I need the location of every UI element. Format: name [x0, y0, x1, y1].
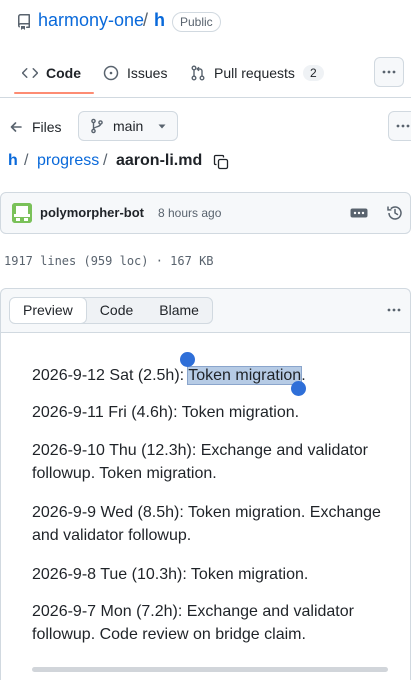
breadcrumb-folder-link[interactable]: progress [37, 152, 99, 170]
list-item: 2026-9-8 Tue (10.3h): Token migration. [32, 566, 309, 583]
repo-name-link[interactable]: h [154, 10, 165, 31]
kebab-horizontal-icon [381, 64, 397, 80]
code-icon [22, 65, 46, 81]
copy-icon[interactable] [213, 154, 229, 170]
tab-code[interactable]: Code [22, 60, 81, 86]
view-mode-blame[interactable]: Blame [146, 298, 212, 323]
pull-requests-count: 2 [302, 65, 324, 81]
tab-code-label: Code [46, 65, 81, 81]
repo-icon [16, 14, 32, 30]
file-stats: 1917 lines (959 loc) · 167 KB [4, 254, 214, 268]
nav-more-button[interactable] [374, 57, 404, 87]
commit-time: 8 hours ago [158, 206, 222, 220]
list-item: 2026-9-11 Fri (4.6h): Token migration. [32, 404, 300, 421]
triangle-down-icon [157, 121, 167, 131]
git-branch-icon [89, 118, 113, 134]
list-item: 2026-9-10 Thu (12.3h): Exchange and vali… [32, 442, 368, 482]
list-item: 2026-9-9 Wed (8.5h): Token migration. Ex… [32, 504, 381, 544]
selection-end-handle[interactable] [291, 381, 306, 396]
commit-message-expand-icon[interactable] [350, 208, 368, 218]
breadcrumb-separator: / [103, 152, 108, 169]
files-back-button[interactable]: Files [8, 114, 62, 140]
breadcrumb-file-name: aaron-li.md [116, 152, 203, 169]
commit-author-link[interactable]: polymorpher-bot [40, 205, 144, 220]
branch-selector[interactable]: main [78, 111, 178, 141]
avatar[interactable] [12, 203, 32, 223]
kebab-horizontal-icon [395, 118, 411, 134]
entry-prefix: 2026-9-12 Sat (2.5h): [32, 367, 189, 384]
breadcrumb-separator: / [24, 152, 29, 169]
view-mode-toggle: Preview Code Blame [9, 297, 213, 324]
files-label: Files [32, 119, 62, 135]
tab-pull-requests[interactable]: Pull requests 2 [190, 60, 324, 86]
tab-issues-label: Issues [127, 65, 168, 81]
file-more-button[interactable] [388, 111, 411, 141]
selection-start-handle[interactable] [180, 352, 195, 367]
selected-text[interactable]: Token migration [187, 366, 303, 385]
header-divider [0, 97, 411, 98]
visibility-badge: Public [172, 12, 221, 32]
view-mode-preview[interactable]: Preview [9, 298, 87, 323]
history-icon[interactable] [386, 204, 404, 222]
repo-separator: / [143, 10, 149, 30]
list-item: 2026-9-12 Sat (2.5h): Token migration. [32, 364, 382, 387]
kebab-horizontal-icon[interactable] [386, 302, 402, 318]
repo-owner-link[interactable]: harmony-one [38, 10, 144, 31]
tab-issues[interactable]: Issues [103, 60, 167, 86]
active-tab-underline [14, 92, 94, 94]
horizontal-scrollbar[interactable] [32, 667, 388, 672]
view-mode-code[interactable]: Code [87, 298, 146, 323]
list-item: 2026-9-7 Mon (7.2h): Exchange and valida… [32, 603, 354, 643]
tab-pull-requests-label: Pull requests [214, 65, 295, 81]
branch-name: main [113, 118, 144, 134]
breadcrumb-root-link[interactable]: h [8, 152, 18, 170]
issue-icon [103, 65, 127, 81]
arrow-left-icon [8, 119, 32, 135]
pull-request-icon [190, 65, 214, 81]
